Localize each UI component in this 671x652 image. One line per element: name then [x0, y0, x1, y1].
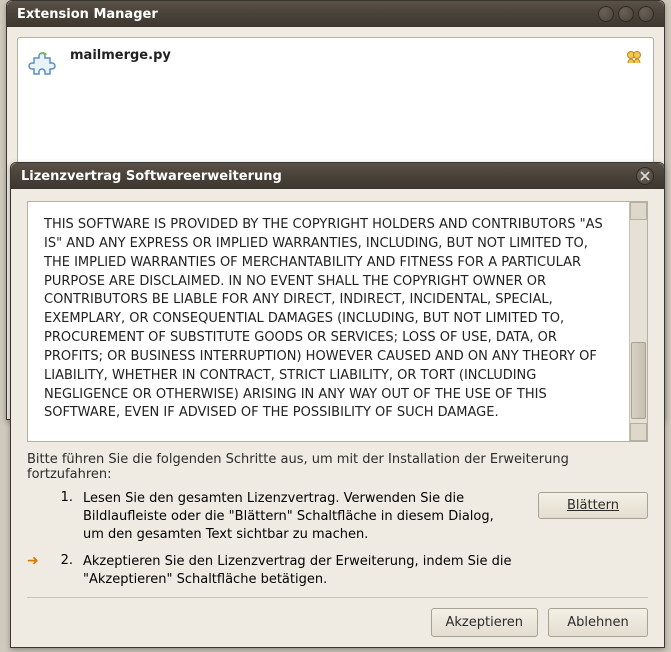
scroll-track[interactable] — [630, 220, 647, 423]
license-text[interactable]: THIS SOFTWARE IS PROVIDED BY THE COPYRIG… — [28, 202, 629, 441]
extension-list[interactable]: mailmerge.py — [17, 37, 654, 167]
license-text-area: THIS SOFTWARE IS PROVIDED BY THE COPYRIG… — [27, 201, 648, 442]
maximize-icon[interactable] — [618, 6, 634, 22]
scroll-down-icon[interactable] — [630, 423, 647, 441]
scroll-button-column: Blättern — [538, 490, 648, 519]
extension-puzzle-icon — [28, 48, 60, 80]
license-dialog-titlebar[interactable]: Lizenzvertrag Softwareerweiterung — [11, 163, 664, 189]
decline-button[interactable]: Ablehnen — [548, 608, 648, 637]
license-scrollbar[interactable] — [629, 202, 647, 441]
scroll-button-label: Blättern — [567, 498, 619, 513]
dialog-footer: Akzeptieren Ablehnen — [27, 597, 648, 637]
extension-item[interactable]: mailmerge.py — [24, 44, 647, 84]
step-2: ➜ 2. Akzeptieren Sie den Lizenzvertrag d… — [27, 553, 538, 589]
shared-lock-icon — [625, 48, 643, 66]
step-number: 2. — [53, 553, 73, 568]
extension-manager-titlebar[interactable]: Extension Manager — [7, 1, 664, 27]
scroll-up-icon[interactable] — [630, 202, 647, 220]
accept-button[interactable]: Akzeptieren — [431, 608, 539, 637]
step-1: 1. Lesen Sie den gesamten Lizenzvertrag.… — [27, 490, 538, 545]
scroll-down-button[interactable]: Blättern — [538, 492, 648, 519]
step-number: 1. — [53, 490, 73, 505]
license-dialog-title: Lizenzvertrag Softwareerweiterung — [21, 169, 282, 184]
license-dialog-body: THIS SOFTWARE IS PROVIDED BY THE COPYRIG… — [11, 189, 664, 647]
current-step-arrow-icon: ➜ — [27, 553, 43, 569]
close-icon[interactable] — [638, 6, 654, 22]
window-controls — [598, 6, 654, 22]
scroll-thumb[interactable] — [631, 342, 646, 419]
steps-row: 1. Lesen Sie den gesamten Lizenzvertrag.… — [27, 490, 648, 597]
extension-name: mailmerge.py — [70, 48, 171, 63]
close-icon[interactable] — [636, 167, 654, 185]
steps-list: 1. Lesen Sie den gesamten Lizenzvertrag.… — [27, 490, 538, 597]
minimize-icon[interactable] — [598, 6, 614, 22]
extension-manager-body: mailmerge.py — [7, 27, 664, 177]
instruction-text: Bitte führen Sie die folgenden Schritte … — [27, 452, 648, 482]
step-text: Akzeptieren Sie den Lizenzvertrag der Er… — [83, 553, 513, 589]
step-text: Lesen Sie den gesamten Lizenzvertrag. Ve… — [83, 490, 513, 545]
extension-manager-title: Extension Manager — [17, 7, 158, 22]
license-dialog-window: Lizenzvertrag Softwareerweiterung THIS S… — [10, 162, 665, 648]
